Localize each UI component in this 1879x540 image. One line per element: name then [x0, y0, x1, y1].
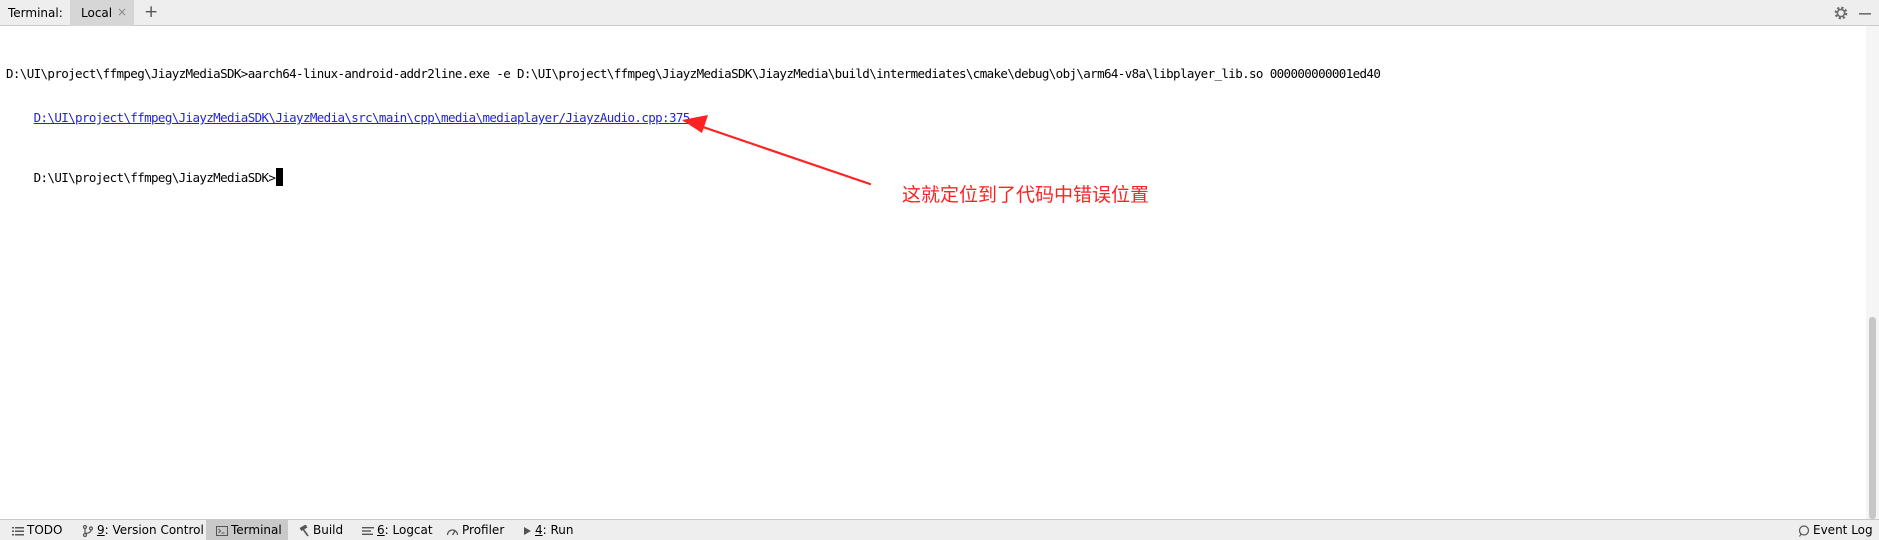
- logcat-number: 6: [377, 523, 385, 537]
- terminal-tool-button[interactable]: Terminal: [206, 520, 288, 540]
- scrollbar-thumb[interactable]: [1869, 317, 1876, 519]
- build-tool-button[interactable]: Build: [298, 520, 343, 540]
- hammer-icon: [299, 524, 309, 537]
- profiler-tool-button[interactable]: Profiler: [446, 520, 504, 540]
- terminal-label: Terminal: [231, 523, 282, 537]
- profiler-label: Profiler: [462, 523, 505, 537]
- logcat-tool-button[interactable]: 6: Logcat: [362, 520, 433, 540]
- build-label: Build: [313, 523, 344, 537]
- event-log-tool-button[interactable]: Event Log: [1798, 520, 1873, 540]
- run-label: : Run: [542, 523, 574, 537]
- event-log-label: Event Log: [1813, 523, 1873, 537]
- annotation-arrow: [682, 115, 872, 186]
- annotation-text: 这就定位到了代码中错误位置: [902, 184, 1150, 206]
- todo-tool-button[interactable]: TODO: [12, 520, 62, 540]
- gauge-icon: [446, 529, 459, 536]
- logcat-label: : Logcat: [384, 523, 433, 537]
- list-icon: [12, 527, 24, 536]
- logcat-icon: [362, 527, 374, 535]
- tool-window-bar: TODO 9: Version Control Terminal Build 6…: [0, 519, 1879, 540]
- vertical-scrollbar[interactable]: [1866, 26, 1879, 519]
- branch-icon: [82, 524, 94, 538]
- run-number: 4: [535, 523, 543, 537]
- version-control-number: 9: [97, 523, 105, 537]
- version-control-tool-button[interactable]: 9: Version Control: [82, 520, 204, 540]
- run-tool-button[interactable]: 4: Run: [522, 520, 574, 540]
- play-icon: [524, 527, 531, 535]
- terminal-icon: [216, 526, 228, 536]
- version-control-label: : Version Control: [104, 523, 204, 537]
- bubble-icon: [1798, 525, 1810, 537]
- todo-label: TODO: [27, 523, 63, 537]
